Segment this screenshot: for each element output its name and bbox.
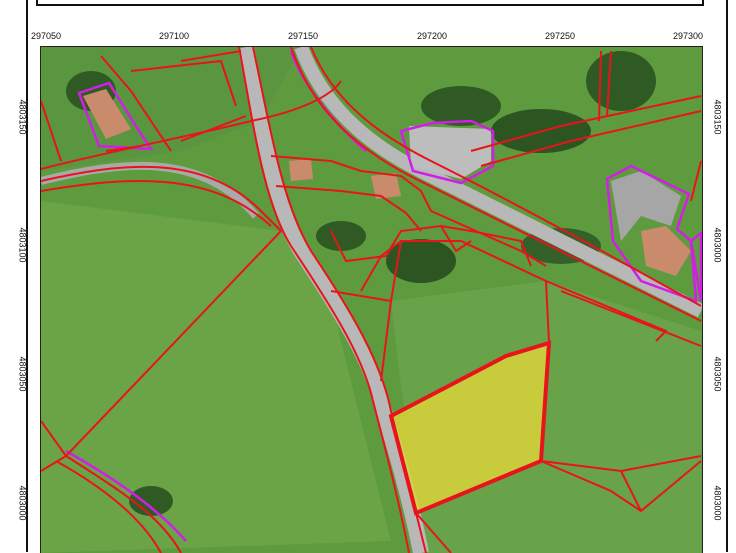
y-tick-label-right: 4803000 xyxy=(712,227,723,263)
tree-cluster xyxy=(129,486,173,516)
y-tick-label-right: 4803050 xyxy=(712,356,723,392)
aerial-map[interactable] xyxy=(40,46,703,553)
tree-cluster xyxy=(586,51,656,111)
x-tick-label: 297200 xyxy=(416,31,448,41)
y-tick-label-left: 4803050 xyxy=(17,356,28,392)
x-tick-label: 297300 xyxy=(672,31,704,41)
y-tick-label-right: 4803150 xyxy=(712,99,723,135)
x-tick-label: 297100 xyxy=(158,31,190,41)
title-box xyxy=(36,0,704,6)
building xyxy=(289,159,313,181)
y-tick-label-left: 4803000 xyxy=(17,485,28,521)
x-tick-label: 297150 xyxy=(287,31,319,41)
y-tick-label-right: 4803000 xyxy=(712,485,723,521)
tree-cluster xyxy=(421,86,501,126)
right-frame-line xyxy=(726,0,728,552)
x-tick-label: 297250 xyxy=(544,31,576,41)
y-tick-label-left: 4803100 xyxy=(17,227,28,263)
x-tick-label: 297050 xyxy=(30,31,62,41)
left-frame-line xyxy=(26,0,28,552)
tree-cluster xyxy=(316,221,366,251)
map-layout: 297050 297100 297150 297200 297250 29730… xyxy=(0,0,736,553)
y-tick-label-left: 4803150 xyxy=(17,99,28,135)
